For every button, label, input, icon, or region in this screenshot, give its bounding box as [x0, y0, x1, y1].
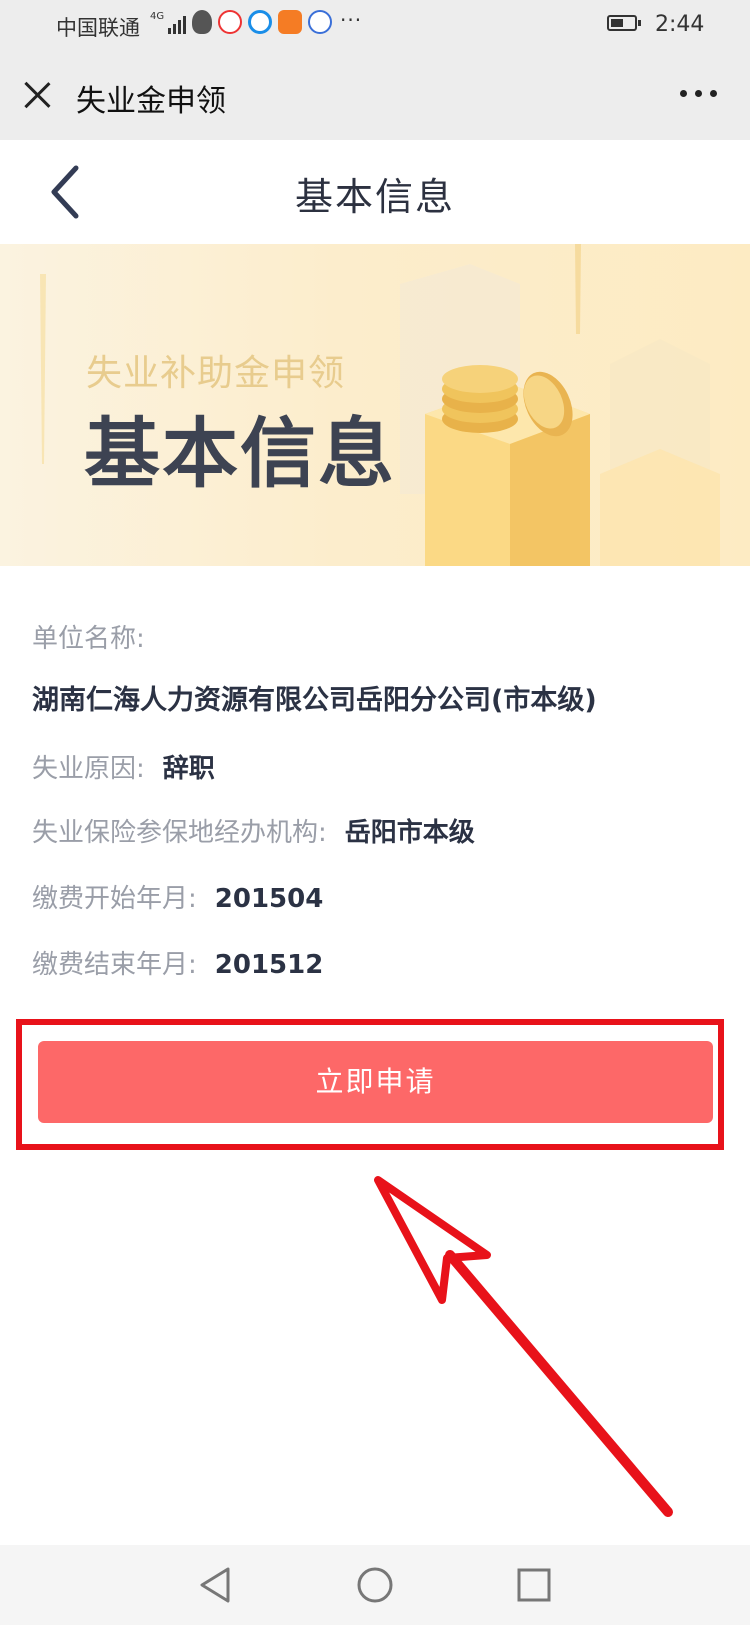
- page-header: 基本信息: [0, 140, 750, 244]
- agency-row: 失业保险参保地经办机构: 岳阳市本级: [32, 812, 475, 849]
- signal-icon: 4G: [150, 11, 187, 34]
- agency-label: 失业保险参保地经办机构:: [32, 818, 327, 848]
- banner-subtitle: 失业补助金申领: [86, 353, 346, 394]
- network-type: 4G: [150, 11, 165, 22]
- start-month-value: 201504: [214, 884, 324, 914]
- carrier-label: 中国联通: [56, 16, 140, 40]
- notification-icons: [192, 10, 332, 34]
- browser-icon: [248, 10, 272, 34]
- back-triangle-icon[interactable]: [194, 1563, 238, 1607]
- app-icon: [308, 10, 332, 34]
- reason-value: 辞职: [162, 754, 215, 784]
- start-month-label: 缴费开始年月:: [32, 884, 197, 914]
- battery-icon: [607, 15, 641, 31]
- recents-square-icon[interactable]: [512, 1563, 556, 1607]
- system-nav-bar: [0, 1545, 750, 1625]
- close-icon[interactable]: [20, 78, 54, 112]
- more-options-icon[interactable]: [680, 90, 717, 97]
- company-label: 单位名称:: [32, 624, 145, 654]
- title-bar: 失业金申领: [0, 50, 750, 140]
- uc-icon: [278, 10, 302, 34]
- app-title: 失业金申领: [76, 84, 226, 119]
- company-name-text: 湖南仁海人力资源有限公司岳阳分公司(市本级): [32, 685, 597, 716]
- clock: 2:44: [655, 12, 705, 37]
- home-circle-icon[interactable]: [353, 1563, 397, 1607]
- reason-row: 失业原因: 辞职: [32, 748, 215, 785]
- banner-title: 基本信息: [84, 409, 396, 498]
- page-title: 基本信息: [294, 175, 455, 219]
- reason-label: 失业原因:: [32, 754, 145, 784]
- status-bar: 中国联通 4G ··· 2:44: [0, 0, 750, 50]
- agency-value: 岳阳市本级: [344, 818, 475, 848]
- end-month-row: 缴费结束年月: 201512: [32, 944, 323, 981]
- end-month-value: 201512: [214, 950, 324, 980]
- apply-button[interactable]: 立即申请: [38, 1041, 713, 1123]
- more-notifications-icon: ···: [340, 8, 363, 32]
- company-value: 湖南仁海人力资源有限公司岳阳分公司(市本级): [32, 678, 597, 717]
- banner: 失业补助金申领 基本信息: [0, 244, 750, 566]
- qq-icon: [192, 10, 212, 34]
- end-month-label: 缴费结束年月:: [32, 950, 197, 980]
- weibo-icon: [218, 10, 242, 34]
- start-month-row: 缴费开始年月: 201504: [32, 878, 323, 915]
